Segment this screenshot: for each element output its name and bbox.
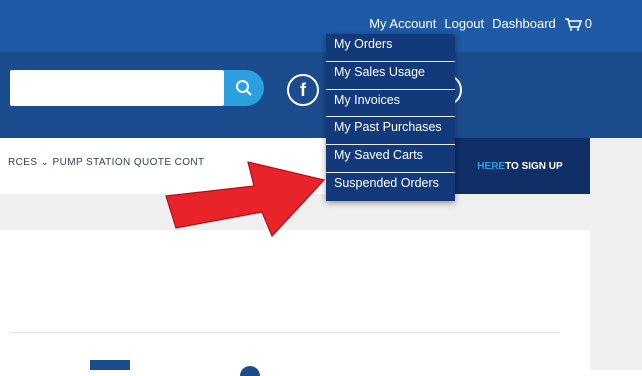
content-icon-round xyxy=(240,366,260,376)
cart-link[interactable]: 0 xyxy=(564,16,592,31)
cart-count: 0 xyxy=(584,16,592,31)
menu-item-my-orders[interactable]: My Orders xyxy=(326,37,455,51)
top-nav: My Account Logout Dashboard 0 xyxy=(369,16,592,31)
account-dropdown: My Orders My Sales Usage My Invoices My … xyxy=(326,34,455,201)
cart-icon xyxy=(564,17,582,31)
dashboard-link[interactable]: Dashboard xyxy=(492,16,556,31)
menu-item-my-past-purchases[interactable]: My Past Purchases xyxy=(326,120,455,134)
menu-separator xyxy=(326,116,455,117)
menu-separator xyxy=(326,61,455,62)
red-arrow-icon xyxy=(165,161,326,238)
signup-text: TO SIGN UP xyxy=(505,160,563,172)
menu-separator xyxy=(326,144,455,145)
menu-item-my-sales-usage[interactable]: My Sales Usage xyxy=(326,65,455,79)
menu-item-suspended-orders[interactable]: Suspended Orders xyxy=(326,176,455,190)
logout-link[interactable]: Logout xyxy=(444,16,484,31)
signup-banner[interactable]: HERE TO SIGN UP xyxy=(450,138,590,194)
menu-separator xyxy=(326,172,455,173)
gray-sidebar xyxy=(590,138,642,370)
my-account-link[interactable]: My Account xyxy=(369,16,436,31)
menu-separator xyxy=(326,89,455,90)
facebook-icon[interactable]: f xyxy=(287,74,319,106)
menu-item-my-invoices[interactable]: My Invoices xyxy=(326,93,455,107)
search-icon xyxy=(236,80,252,96)
search-input[interactable] xyxy=(10,70,224,106)
content-icon xyxy=(90,360,130,370)
signup-highlight: HERE xyxy=(477,160,506,172)
search-button[interactable] xyxy=(224,70,264,106)
content-divider xyxy=(10,332,560,333)
menu-item-my-saved-carts[interactable]: My Saved Carts xyxy=(326,148,455,162)
